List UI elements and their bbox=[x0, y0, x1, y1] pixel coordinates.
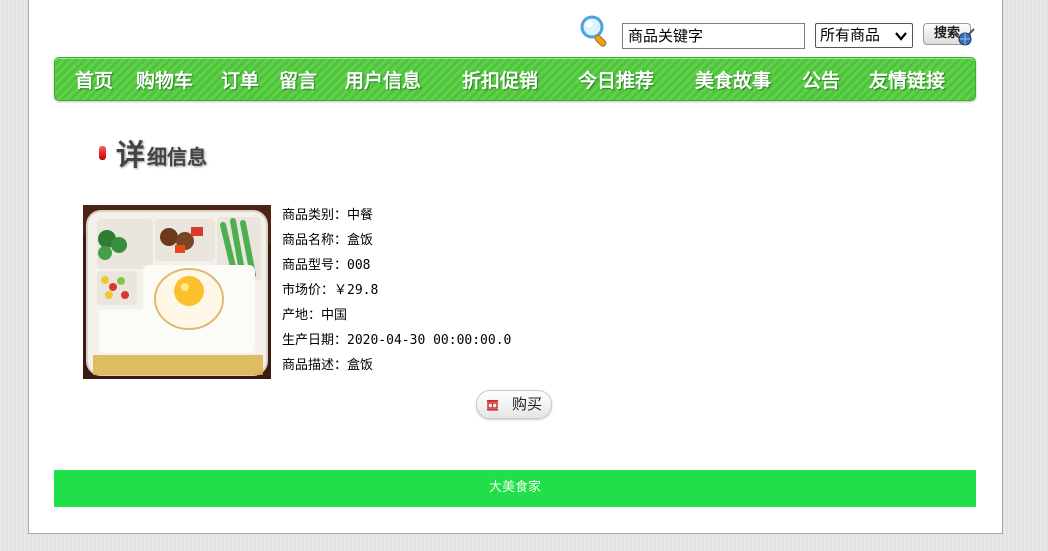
product-production-date: 生产日期：2020-04-30 00:00:00.0 bbox=[282, 333, 512, 348]
main-nav: 首页 购物车 订单 留言 用户信息 折扣促销 今日推荐 美食故事 公告 友情链接 bbox=[54, 57, 976, 101]
heading-first-char: 详 bbox=[116, 138, 146, 172]
buy-button-label: 购买 bbox=[511, 395, 542, 413]
search-bar: 商品关键字 所有商品 搜索 bbox=[577, 12, 987, 52]
cart-icon bbox=[487, 400, 498, 411]
product-image bbox=[83, 205, 271, 379]
nav-item-food-stories[interactable]: 美食故事 bbox=[695, 66, 771, 93]
product-category: 商品类别：中餐 bbox=[282, 208, 374, 223]
magnifier-icon bbox=[577, 12, 613, 50]
product-market-price: 市场价：￥29.8 bbox=[282, 283, 379, 298]
footer: 大美食家 bbox=[54, 470, 976, 507]
category-select[interactable]: 所有商品 bbox=[815, 23, 913, 48]
nav-item-home[interactable]: 首页 bbox=[75, 66, 113, 93]
nav-item-cart[interactable]: 购物车 bbox=[136, 66, 193, 93]
heading-bullet-icon bbox=[99, 146, 106, 160]
footer-text: 大美食家 bbox=[488, 480, 541, 495]
product-info: 商品类别：中餐 商品名称：盒饭 商品型号：008 市场价：￥29.8 产地：中国… bbox=[282, 206, 511, 381]
product-name: 商品名称：盒饭 bbox=[282, 233, 374, 248]
bento-lunchbox-photo-icon bbox=[83, 205, 271, 379]
search-button[interactable]: 搜索 bbox=[923, 23, 975, 46]
chevron-down-icon bbox=[895, 32, 907, 41]
category-select-value: 所有商品 bbox=[820, 26, 881, 44]
nav-item-messages[interactable]: 留言 bbox=[279, 66, 317, 93]
globe-magnifier-icon bbox=[958, 28, 975, 46]
nav-item-user-info[interactable]: 用户信息 bbox=[345, 66, 421, 93]
product-origin: 产地：中国 bbox=[282, 308, 348, 323]
nav-item-recommendations[interactable]: 今日推荐 bbox=[578, 66, 654, 93]
nav-item-orders[interactable]: 订单 bbox=[221, 66, 259, 93]
buy-button[interactable]: 购买 bbox=[476, 390, 552, 419]
nav-item-announcements[interactable]: 公告 bbox=[802, 66, 840, 93]
product-model: 商品型号：008 bbox=[282, 258, 371, 273]
nav-item-discounts[interactable]: 折扣促销 bbox=[462, 66, 538, 93]
search-input[interactable]: 商品关键字 bbox=[622, 23, 805, 49]
page-container: 商品关键字 所有商品 搜索 首页 购物车 订单 留言 用户信息 折扣促销 今日推… bbox=[28, 0, 1003, 534]
heading-text: 细信息 bbox=[147, 145, 207, 169]
product-description: 商品描述：盒饭 bbox=[282, 358, 374, 373]
nav-item-links[interactable]: 友情链接 bbox=[869, 66, 945, 93]
